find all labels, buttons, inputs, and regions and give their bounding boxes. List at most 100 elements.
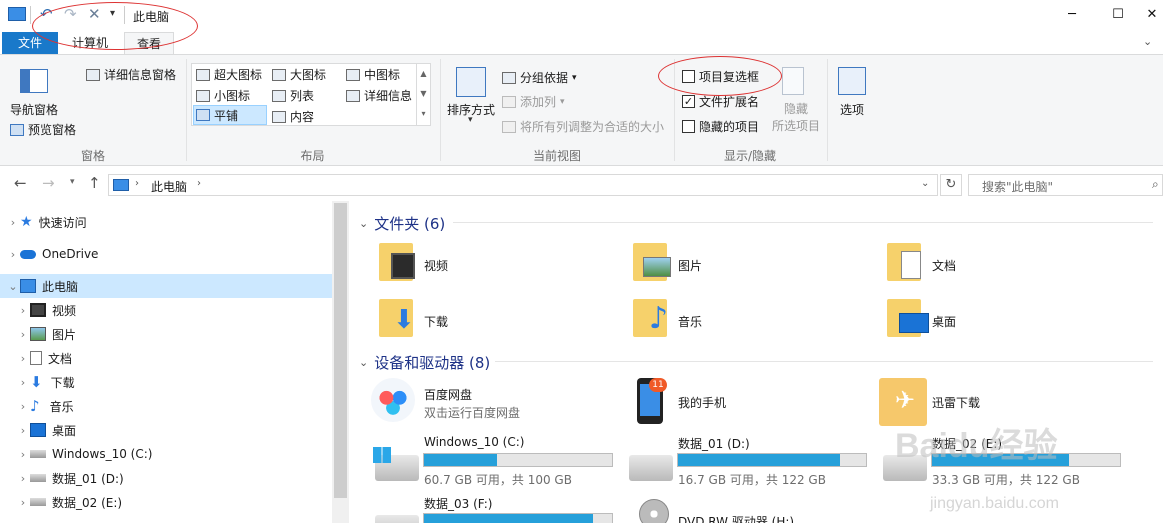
sidebar-item-documents[interactable]: › 文档	[0, 346, 332, 370]
layout-extra-large-icons[interactable]: 超大图标	[196, 66, 262, 83]
sidebar-item-pictures[interactable]: › 图片	[0, 322, 332, 346]
section-header-folders[interactable]: ⌄ 文件夹 (6)	[359, 213, 445, 234]
folder-item-music[interactable]: ♪ 音乐	[633, 299, 873, 343]
sidebar-item-onedrive[interactable]: › OneDrive	[0, 242, 332, 266]
notification-badge: 11	[649, 378, 667, 392]
hide-selected-items-button[interactable]: 隐藏 所选项目	[770, 101, 822, 135]
chevron-right-icon[interactable]: ›	[16, 472, 30, 485]
size-all-columns-button[interactable]: 将所有列调整为合适的大小	[502, 118, 664, 135]
drive-label: Windows_10 (C:)	[424, 435, 525, 449]
up-arrow-icon[interactable]: ↑	[88, 174, 101, 192]
address-box[interactable]: › 此电脑 › ⌄	[108, 174, 938, 196]
add-columns-button[interactable]: 添加列 ▾	[502, 93, 565, 110]
drive-item-c[interactable]: Windows_10 (C:) 60.7 GB 可用，共 100 GB	[371, 433, 621, 487]
hide-selected-line-2: 所选项目	[771, 119, 820, 133]
forward-arrow-icon[interactable]: →	[42, 174, 55, 192]
chevron-down-icon[interactable]: ⌄	[6, 280, 20, 293]
options-button[interactable]: 选项	[840, 101, 864, 118]
layout-content[interactable]: 内容	[272, 108, 314, 125]
maximize-button[interactable]: ☐	[1095, 0, 1141, 30]
sort-by-icon[interactable]	[456, 67, 486, 97]
refresh-button[interactable]: ↻	[940, 174, 962, 196]
options-icon[interactable]	[838, 67, 866, 95]
layout-label: 详细信息	[364, 89, 413, 103]
back-arrow-icon[interactable]: ←	[14, 174, 27, 192]
folder-item-pictures[interactable]: 图片	[633, 243, 873, 287]
drive-space-text: 16.7 GB 可用，共 122 GB	[678, 473, 826, 487]
chevron-down-icon[interactable]: ⌄	[359, 356, 368, 369]
preview-pane-button[interactable]: 预览窗格	[10, 121, 76, 138]
layout-gallery-scroll[interactable]: ▲ ▼ ▾	[416, 64, 430, 125]
chevron-right-icon[interactable]: ›	[6, 216, 20, 229]
group-by-button[interactable]: 分组依据 ▾	[502, 69, 577, 86]
drive-item-h[interactable]: DVD RW 驱动器 (H:)	[639, 497, 889, 523]
navigation-pane-icon[interactable]	[20, 69, 48, 93]
sidebar-item-drive-c[interactable]: › Windows_10 (C:)	[0, 442, 332, 466]
folder-item-downloads[interactable]: ⬇ 下载	[379, 299, 619, 343]
file-name-extensions-checkbox[interactable]: ✓	[682, 95, 695, 108]
device-item-baidu-netdisk[interactable]: 百度网盘 双击运行百度网盘	[371, 376, 621, 424]
chevron-right-icon[interactable]: ›	[16, 376, 30, 389]
search-icon[interactable]: ⌕	[1152, 177, 1159, 192]
folder-item-videos[interactable]: 视频	[379, 243, 619, 287]
details-pane-button[interactable]: 详细信息窗格	[86, 66, 176, 83]
sidebar-scrollbar-thumb[interactable]	[334, 203, 347, 498]
minimize-button[interactable]: ─	[1049, 0, 1095, 30]
search-placeholder: 搜索"此电脑"	[982, 180, 1054, 194]
drive-label: 数据_03 (F:)	[424, 497, 493, 511]
breadcrumb-separator-icon[interactable]: ›	[197, 178, 201, 189]
layout-medium-icons[interactable]: 中图标	[346, 66, 400, 83]
chevron-down-icon[interactable]: ⌄	[359, 217, 368, 230]
chevron-right-icon[interactable]: ›	[16, 424, 30, 437]
chevron-right-icon[interactable]: ›	[16, 328, 30, 341]
folder-item-documents[interactable]: 文档	[887, 243, 1127, 287]
address-dropdown-icon[interactable]: ⌄	[921, 178, 929, 189]
chevron-right-icon[interactable]: ›	[16, 304, 30, 317]
hide-selected-items-icon[interactable]	[782, 67, 804, 95]
chevron-right-icon[interactable]: ›	[16, 496, 30, 509]
layout-details[interactable]: 详细信息	[346, 87, 412, 104]
sidebar-item-videos[interactable]: › 视频	[0, 298, 332, 322]
device-item-my-phone[interactable]: 11 我的手机	[633, 376, 883, 424]
hidden-items-checkbox[interactable]	[682, 120, 695, 133]
breadcrumb-separator-icon[interactable]: ›	[135, 178, 139, 189]
search-input[interactable]: 搜索"此电脑" ⌕	[968, 174, 1163, 196]
list-icon	[272, 89, 286, 102]
drive-item-d[interactable]: 数据_01 (D:) 16.7 GB 可用，共 122 GB	[625, 433, 875, 487]
device-label: 我的手机	[678, 396, 727, 410]
section-header-devices[interactable]: ⌄ 设备和驱动器 (8)	[359, 352, 490, 373]
section-divider	[453, 222, 1153, 223]
sidebar-item-drive-d[interactable]: › 数据_01 (D:)	[0, 466, 332, 490]
drive-usage-fill	[678, 454, 840, 466]
add-columns-label: 添加列	[520, 95, 557, 109]
sidebar-item-downloads[interactable]: › ⬇ 下载	[0, 370, 332, 394]
preview-pane-icon	[10, 123, 24, 136]
folder-item-desktop[interactable]: 桌面	[887, 299, 1127, 343]
layout-small-icons[interactable]: 小图标	[196, 87, 250, 104]
windows-logo-icon	[373, 447, 391, 463]
navigation-pane-button[interactable]: 导航窗格	[10, 101, 58, 118]
layout-large-icons[interactable]: 大图标	[272, 66, 326, 83]
music-note-icon: ♪	[649, 301, 669, 336]
computer-icon	[20, 279, 36, 293]
layout-list[interactable]: 列表	[272, 87, 314, 104]
close-button[interactable]: ✕	[1141, 0, 1163, 30]
sidebar-item-this-pc[interactable]: ⌄ 此电脑	[0, 274, 332, 298]
chevron-right-icon[interactable]: ›	[16, 448, 30, 461]
chevron-right-icon[interactable]: ›	[16, 400, 30, 413]
breadcrumb-this-pc[interactable]: 此电脑	[151, 178, 187, 195]
recent-locations-icon[interactable]: ▾	[70, 177, 75, 187]
sidebar-item-quick-access[interactable]: › ★ 快速访问	[0, 210, 332, 234]
section-divider	[495, 361, 1153, 362]
sidebar-item-music[interactable]: › ♪ 音乐	[0, 394, 332, 418]
sidebar-item-drive-e[interactable]: › 数据_02 (E:)	[0, 490, 332, 514]
chevron-right-icon[interactable]: ›	[16, 352, 30, 365]
sidebar-item-desktop[interactable]: › 桌面	[0, 418, 332, 442]
collapse-ribbon-icon[interactable]: ⌄	[1143, 35, 1152, 48]
drive-item-f[interactable]: 数据_03 (F:)	[371, 493, 621, 523]
layout-tiles[interactable]: 平铺	[193, 105, 267, 125]
hidden-items-toggle[interactable]: 隐藏的项目	[682, 118, 759, 135]
device-item-thunder-download[interactable]: ✈ 迅雷下载	[879, 376, 1129, 426]
watermark-logo: Baidu经验	[895, 427, 1058, 465]
chevron-right-icon[interactable]: ›	[6, 248, 20, 261]
